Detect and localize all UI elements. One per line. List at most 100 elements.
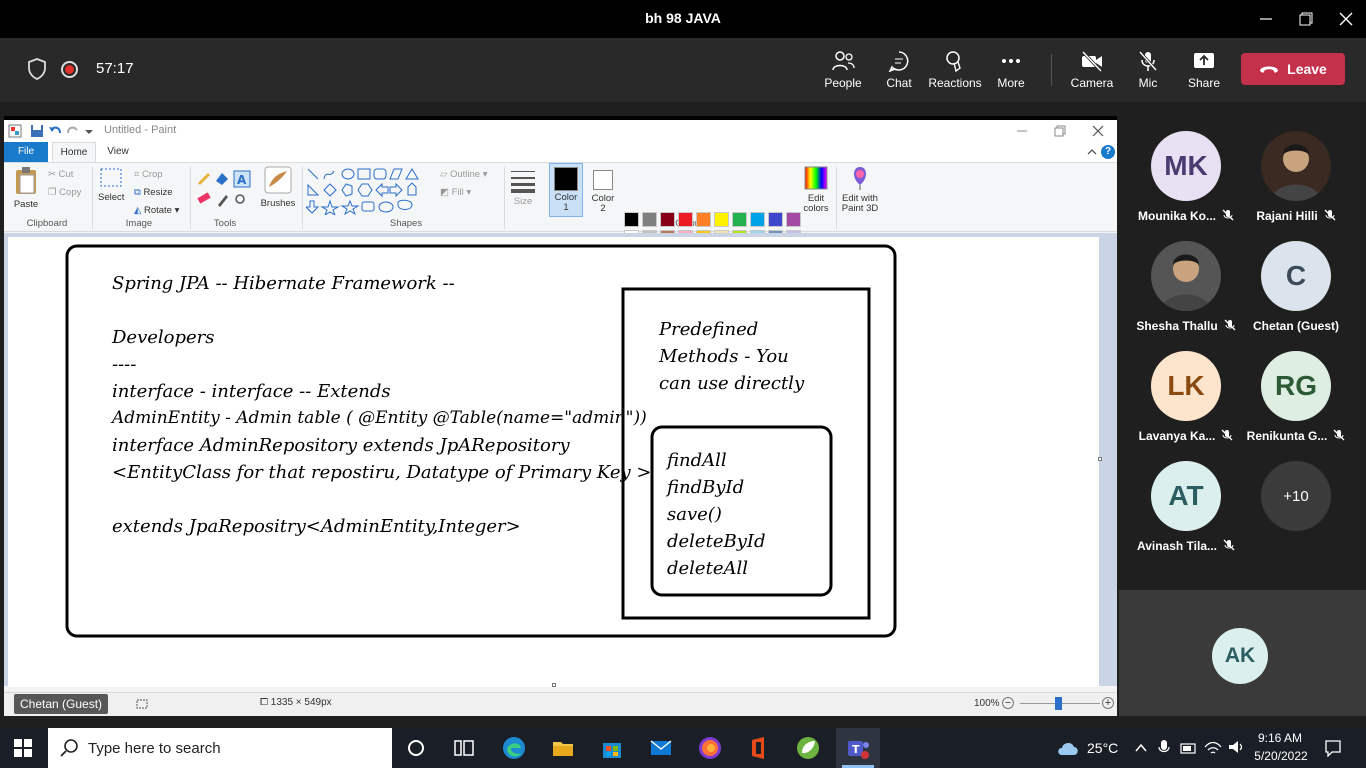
customize-quick-access-icon[interactable] (82, 124, 96, 138)
teams-taskbar-button[interactable]: T (836, 728, 880, 768)
minimize-button[interactable] (1246, 0, 1286, 38)
drawing-canvas[interactable]: Spring JPA -- Hibernate Framework -- Dev… (8, 237, 1102, 687)
color-swatch[interactable] (624, 212, 639, 227)
camera-off-icon (1081, 50, 1103, 72)
leave-button[interactable]: Leave (1241, 53, 1345, 85)
resize-handle[interactable] (1098, 457, 1102, 461)
dimensions-value: 1335 × 549px (270, 697, 332, 708)
volume-icon[interactable] (1227, 739, 1245, 755)
undo-icon[interactable] (48, 124, 62, 138)
tab-view[interactable]: View (100, 142, 136, 162)
mic-button[interactable]: Mic (1120, 48, 1176, 96)
color-swatch[interactable] (642, 212, 657, 227)
more-icon (1002, 59, 1020, 63)
mail-icon[interactable] (649, 736, 673, 760)
office-icon[interactable] (747, 736, 771, 760)
color-swatch[interactable] (660, 212, 675, 227)
self-view[interactable]: AK (1119, 590, 1366, 716)
close-button[interactable] (1326, 0, 1366, 38)
text-icon: A (237, 173, 247, 187)
participant-tile[interactable]: MK Mounika Ko... (1126, 131, 1246, 223)
mic-off-icon (1138, 51, 1158, 71)
task-view-icon[interactable] (452, 736, 476, 760)
reactions-button[interactable]: Reactions (927, 48, 983, 96)
crop-button[interactable]: ⌗ Crop (134, 169, 163, 180)
firefox-icon[interactable] (698, 736, 722, 760)
copy-button[interactable]: ❐ Copy (48, 187, 81, 198)
cut-button[interactable]: ✂ Cut (48, 169, 73, 180)
tab-home[interactable]: Home (52, 142, 96, 162)
paint3d-button[interactable]: Edit with Paint 3D (840, 165, 880, 214)
color-swatch[interactable] (768, 212, 783, 227)
paste-button[interactable]: Paste (10, 166, 42, 214)
microphone-tray-icon[interactable] (1157, 739, 1171, 757)
color-swatch[interactable] (750, 212, 765, 227)
color-swatch[interactable] (714, 212, 729, 227)
redo-icon[interactable] (66, 124, 80, 138)
camera-button[interactable]: Camera (1064, 48, 1120, 96)
color-swatch[interactable] (786, 212, 801, 227)
color-swatch[interactable] (732, 212, 747, 227)
edit-colors-button[interactable]: Edit colors (800, 165, 832, 214)
participant-avatar: MK (1151, 131, 1221, 201)
participant-tile[interactable]: Rajani Hilli (1236, 131, 1356, 223)
size-label: Size (513, 196, 533, 207)
rotate-button[interactable]: ◭ Rotate ▾ (134, 205, 179, 216)
participant-tile[interactable]: LK Lavanya Ka... (1126, 351, 1246, 443)
store-icon[interactable] (600, 736, 624, 760)
spring-tool-icon[interactable] (796, 736, 820, 760)
color-swatch[interactable] (696, 212, 711, 227)
presenter-name-chip: Chetan (Guest) (14, 694, 109, 714)
edge-icon[interactable] (502, 736, 526, 760)
participant-tile[interactable]: C Chetan (Guest) (1236, 241, 1356, 333)
color2-button[interactable]: Color 2 (586, 163, 620, 217)
file-explorer-icon[interactable] (551, 736, 575, 760)
paint-close-icon[interactable] (1092, 125, 1104, 137)
weather-temp[interactable]: 25°C (1087, 740, 1118, 756)
notifications-icon[interactable] (1324, 739, 1342, 757)
chat-button[interactable]: Chat (871, 48, 927, 96)
size-button[interactable]: Size (508, 167, 538, 207)
windows-start-icon[interactable] (14, 739, 32, 757)
chevron-up-icon[interactable] (1134, 741, 1148, 755)
participant-tile[interactable]: RG Renikunta G... (1236, 351, 1356, 443)
participant-tile[interactable]: AT Avinash Tila... (1126, 461, 1246, 553)
taskbar-search[interactable]: Type here to search (48, 728, 392, 768)
more-button[interactable]: More (983, 48, 1039, 96)
shapes-gallery[interactable] (306, 167, 434, 215)
cortana-icon[interactable] (404, 736, 428, 760)
clock-time[interactable]: 9:16 AM (1255, 731, 1305, 745)
collapse-ribbon-icon[interactable] (1086, 146, 1098, 158)
paint-restore-icon[interactable] (1054, 125, 1066, 137)
participant-tile[interactable]: +10 (1236, 461, 1356, 531)
resize-button[interactable]: ⧉ Resize (134, 187, 172, 198)
zoom-slider-thumb[interactable] (1055, 697, 1062, 710)
save-icon[interactable] (30, 124, 44, 138)
battery-icon[interactable] (1180, 740, 1198, 756)
paint-minimize-icon[interactable] (1016, 125, 1028, 137)
shapes-group-label: Shapes (389, 218, 423, 229)
share-label: Share (1187, 76, 1221, 90)
brushes-button[interactable]: Brushes (260, 165, 296, 209)
color1-button[interactable]: Color 1 (549, 163, 583, 217)
resize-handle[interactable] (552, 683, 556, 687)
wifi-icon[interactable] (1204, 739, 1222, 755)
mic-label: Mic (1138, 76, 1158, 90)
zoom-out-button[interactable]: − (1002, 697, 1014, 709)
color-swatch[interactable] (678, 212, 693, 227)
people-button[interactable]: People (815, 48, 871, 96)
participant-avatar: LK (1151, 351, 1221, 421)
zoom-in-button[interactable]: + (1102, 697, 1114, 709)
clock-date[interactable]: 5/20/2022 (1253, 749, 1309, 763)
fill-button[interactable]: ◩ Fill ▾ (440, 187, 471, 198)
tools-icons[interactable]: A (196, 169, 256, 211)
close-icon (1339, 12, 1353, 26)
maximize-button[interactable] (1286, 0, 1326, 38)
share-button[interactable]: Share (1176, 48, 1232, 96)
outline-button[interactable]: ▱ Outline ▾ (440, 169, 487, 180)
weather-cloud-icon[interactable] (1056, 738, 1080, 758)
help-icon[interactable]: ? (1101, 145, 1115, 159)
select-button[interactable]: Select (98, 167, 124, 203)
participant-tile[interactable]: Shesha Thallu (1126, 241, 1246, 333)
tab-file[interactable]: File (4, 142, 48, 162)
